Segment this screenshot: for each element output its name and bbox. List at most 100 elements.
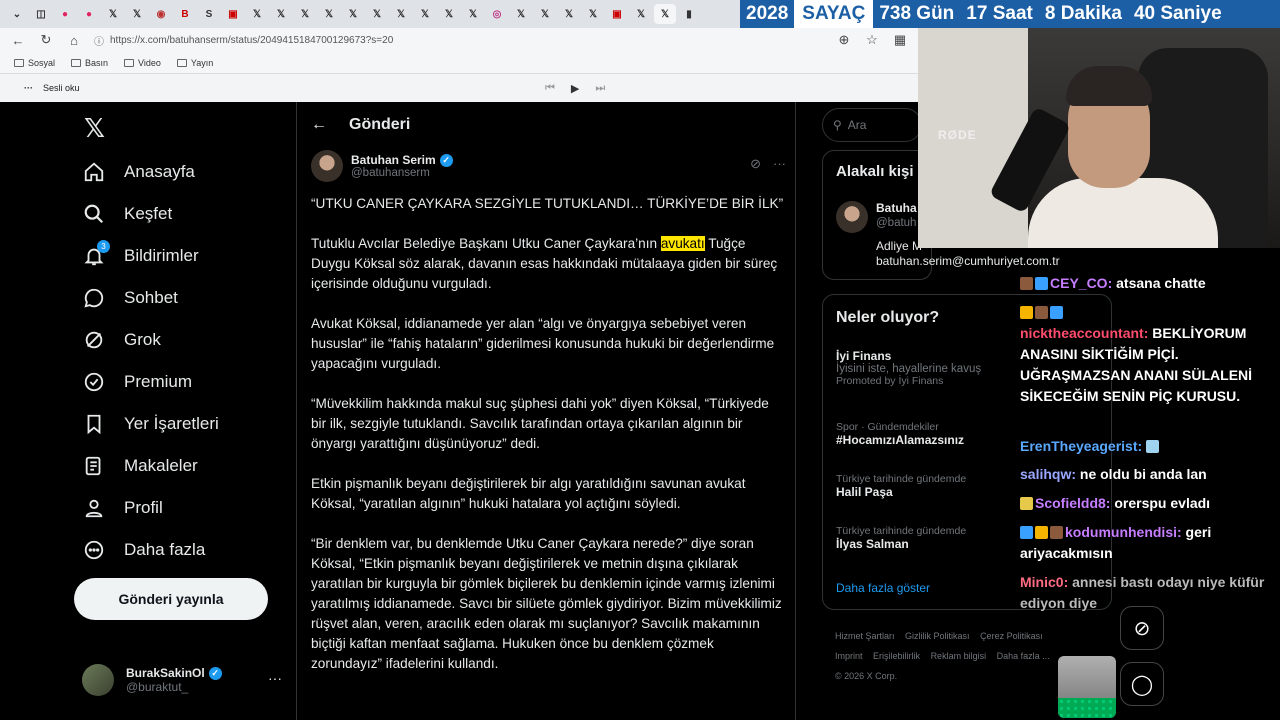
nav-label: Daha fazla <box>124 540 206 559</box>
search-icon: ⚲ <box>833 118 842 132</box>
extensions-icon[interactable]: ▦ <box>892 32 908 48</box>
more-dots-icon[interactable]: ··· <box>268 670 282 686</box>
back-arrow-icon[interactable]: ← <box>10 33 26 48</box>
trend-item[interactable]: Spor · Gündemdekiler #HocamızıAlamazsını… <box>836 421 964 447</box>
home-browser-icon[interactable]: ⌂ <box>66 33 82 48</box>
account-switcher[interactable]: BurakSakinOl ✓ @buraktut_ ··· <box>82 660 282 700</box>
related-avatar[interactable] <box>836 201 868 233</box>
tab-favicon[interactable]: 𝕏 <box>510 4 532 24</box>
bookmark-label: Basın <box>85 57 109 68</box>
footer-link[interactable]: Daha fazla ... <box>997 651 1050 661</box>
counter-label: SAYAÇ <box>794 0 874 28</box>
reload-icon[interactable]: ↻ <box>38 32 54 48</box>
reader-menu-icon[interactable]: ··· <box>24 83 33 93</box>
tab-favicon[interactable]: 𝕏 <box>438 4 460 24</box>
emote-icon <box>1020 497 1033 510</box>
tab-favicon[interactable]: ● <box>54 4 76 24</box>
tab-favicon[interactable]: B <box>174 4 196 24</box>
post-button[interactable]: Gönderi yayınla <box>74 578 268 620</box>
chat-icon <box>82 286 106 310</box>
screen: { "browser": { "url": "https://x.com/bat… <box>0 0 1280 720</box>
messages-floating-button[interactable]: ◯ <box>1120 662 1164 706</box>
tab-favicon[interactable]: 𝕏 <box>102 4 124 24</box>
tab-favicon[interactable]: ● <box>78 4 100 24</box>
tab-favicon[interactable]: 𝕏 <box>246 4 268 24</box>
read-aloud-label[interactable]: Sesli oku <box>43 83 80 93</box>
author-name[interactable]: Batuhan Serim <box>351 153 436 167</box>
nav-grok[interactable]: Grok <box>72 320 282 360</box>
bookmark-folder[interactable]: Video <box>124 58 161 68</box>
tab-favicon-active[interactable]: 𝕏 <box>654 4 676 24</box>
emote-icon <box>1146 440 1160 453</box>
trend-item[interactable]: İyi Finans İyisini iste, hayallerine kav… <box>836 349 981 387</box>
more-dots-icon[interactable]: ··· <box>773 156 786 172</box>
related-name[interactable]: Batuha <box>876 201 917 215</box>
tab-favicon[interactable]: ◎ <box>486 4 508 24</box>
tab-favicon[interactable]: ▣ <box>606 4 628 24</box>
counter-hours: 17 Saat <box>966 3 1033 24</box>
grok-floating-button[interactable]: ⊘ <box>1120 606 1164 650</box>
footer-link[interactable]: Çerez Politikası <box>980 631 1043 641</box>
trend-item[interactable]: Türkiye tarihinde gündemde Halil Paşa <box>836 473 966 499</box>
nav-bookmarks[interactable]: Yer İşaretleri <box>72 404 282 444</box>
profile-icon <box>82 496 106 520</box>
tab-favicon[interactable]: 𝕏 <box>366 4 388 24</box>
tab-favicon[interactable]: 𝕏 <box>462 4 484 24</box>
site-info-icon[interactable]: ⓘ <box>94 33 104 48</box>
tab-favicon[interactable]: 𝕏 <box>342 4 364 24</box>
tab-list-button[interactable]: ⌄ <box>6 4 28 24</box>
show-more-link[interactable]: Daha fazla göster <box>836 581 930 595</box>
tab-favicon[interactable]: 𝕏 <box>318 4 340 24</box>
chat-message: Scofieldd8: orerspu evladı <box>1020 493 1278 514</box>
trend-meta: Türkiye tarihinde gündemde <box>836 473 967 485</box>
url-text[interactable]: https://x.com/batuhanserm/status/2049415… <box>110 35 393 46</box>
nav-chat[interactable]: Sohbet <box>72 278 282 318</box>
play-icon[interactable]: ▶ <box>571 82 579 95</box>
author-avatar[interactable] <box>311 150 343 182</box>
author-handle[interactable]: @batuhanserm <box>351 167 453 179</box>
chat-username: kodumunhendisi: <box>1065 524 1182 540</box>
tab-favicon[interactable]: 𝕏 <box>294 4 316 24</box>
tab-favicon[interactable]: S <box>198 4 220 24</box>
footer-link[interactable]: Imprint <box>835 651 863 661</box>
url-field[interactable]: ⓘ https://x.com/batuhanserm/status/20494… <box>94 33 824 48</box>
tab-favicon[interactable]: 𝕏 <box>630 4 652 24</box>
grok-explain-icon[interactable]: ⊘ <box>750 156 761 172</box>
next-icon[interactable]: ⏭ <box>595 82 605 95</box>
nav-articles[interactable]: Makaleler <box>72 446 282 486</box>
tab-favicon[interactable]: 𝕏 <box>582 4 604 24</box>
nav-notifications[interactable]: 3 Bildirimler <box>72 236 282 276</box>
bookmark-folder[interactable]: Sosyal <box>14 58 55 68</box>
x-logo-icon[interactable]: 𝕏 <box>84 114 105 144</box>
tab-favicon[interactable]: ▣ <box>222 4 244 24</box>
tab-favicon[interactable]: 𝕏 <box>126 4 148 24</box>
bookmark-folder[interactable]: Yayın <box>176 58 213 68</box>
bookmark-folder[interactable]: Basın <box>71 58 108 68</box>
nav-profile[interactable]: Profil <box>72 488 282 528</box>
favorite-star-icon[interactable]: ☆ <box>864 32 880 48</box>
nav-home[interactable]: Anasayfa <box>72 152 282 192</box>
tab-favicon[interactable]: 𝕏 <box>270 4 292 24</box>
tab-favicon[interactable]: ◫ <box>30 4 52 24</box>
search-input[interactable]: ⚲ Ara <box>822 108 922 142</box>
trend-item[interactable]: Türkiye tarihinde gündemde İlyas Salman <box>836 525 966 551</box>
tab-favicon[interactable]: 𝕏 <box>534 4 556 24</box>
tab-favicon[interactable]: ▮ <box>678 4 700 24</box>
tab-favicon[interactable]: 𝕏 <box>390 4 412 24</box>
nav-premium[interactable]: Premium <box>72 362 282 402</box>
footer-link[interactable]: Reklam bilgisi <box>931 651 987 661</box>
related-handle[interactable]: @batuh <box>876 217 916 229</box>
zoom-icon[interactable]: ⊕ <box>836 32 852 48</box>
footer-link[interactable]: Erişilebilirlik <box>873 651 920 661</box>
right-sidebar: ⚲ Ara Alakalı kişi Batuha @batuh Adliye … <box>822 102 1112 720</box>
tab-favicon[interactable]: ◉ <box>150 4 172 24</box>
previous-icon[interactable]: ⏮ <box>545 82 555 95</box>
verified-badge-icon: ✓ <box>439 153 453 167</box>
footer-link[interactable]: Hizmet Şartları <box>835 631 895 641</box>
back-arrow-icon[interactable]: ← <box>311 116 327 134</box>
footer-link[interactable]: Gizlilik Politikası <box>905 631 970 641</box>
nav-explore[interactable]: Keşfet <box>72 194 282 234</box>
tab-favicon[interactable]: 𝕏 <box>414 4 436 24</box>
tab-favicon[interactable]: 𝕏 <box>558 4 580 24</box>
nav-more[interactable]: Daha fazla <box>72 530 282 570</box>
